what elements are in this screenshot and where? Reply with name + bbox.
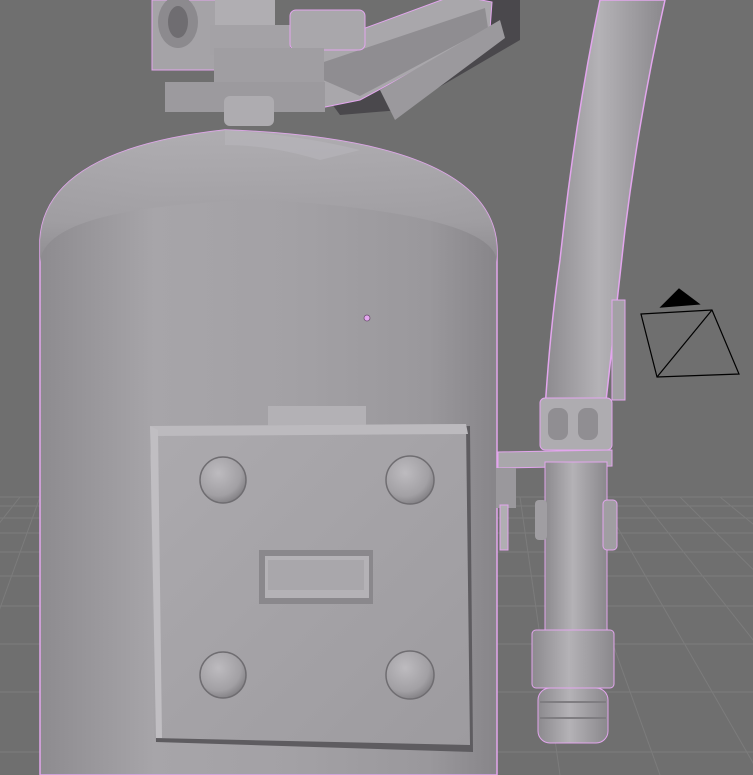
viewport-canvas[interactable] (0, 0, 753, 775)
wall-mount-plate[interactable] (150, 406, 473, 752)
object-origin-icon (363, 314, 371, 322)
3d-viewport[interactable] (0, 0, 753, 775)
hose-nozzle (544, 461, 608, 635)
